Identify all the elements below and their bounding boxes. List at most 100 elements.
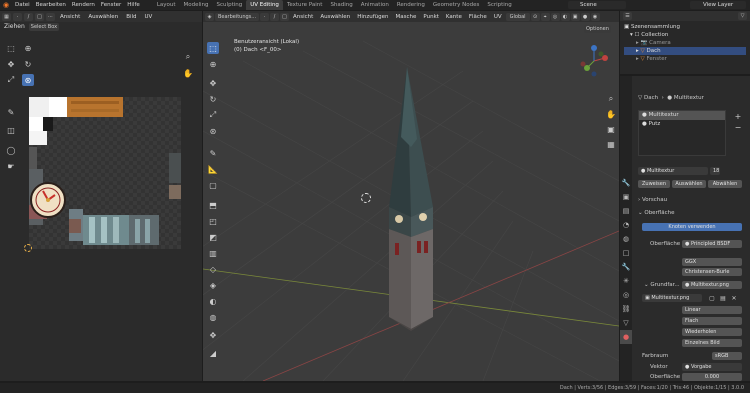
outliner-item-fenster[interactable]: ▸ ▽ Fenster — [624, 55, 746, 63]
select-vertex-icon[interactable]: · — [13, 12, 22, 21]
face-select-icon[interactable]: □ — [280, 12, 289, 21]
outliner-item-dach[interactable]: ▸ ▽ Dach — [624, 47, 746, 55]
tab-sculpting[interactable]: Sculpting — [213, 0, 247, 10]
shading-material-icon[interactable]: ◉ — [590, 12, 600, 21]
remove-slot-icon[interactable]: − — [732, 121, 744, 133]
overlay-icon[interactable]: ◐ — [560, 12, 570, 21]
use-nodes-button[interactable]: Knoten verwenden — [642, 223, 742, 231]
vp-select-tool-icon[interactable]: ⬚ — [207, 42, 219, 54]
vertex-select-icon[interactable]: · — [260, 12, 269, 21]
options-dropdown[interactable]: Optionen — [584, 25, 611, 33]
vp-menu-auswaehlen[interactable]: Auswählen — [317, 14, 353, 20]
tab-shading[interactable]: Shading — [326, 0, 356, 10]
outliner-type-icon[interactable]: ☰ — [623, 12, 632, 20]
tab-animation[interactable]: Animation — [357, 0, 393, 10]
vp-camera-icon[interactable]: ▣ — [605, 123, 617, 135]
snap-icon[interactable]: ⌖ — [540, 12, 550, 21]
material-slot-multitextur[interactable]: ● Multitextur — [639, 111, 725, 120]
preview-section[interactable]: › Vorschau — [638, 197, 667, 203]
data-tab-icon[interactable]: ▽ — [620, 316, 632, 330]
vp-scale-tool-icon[interactable]: ⤢ — [207, 109, 219, 121]
tab-geometry-nodes[interactable]: Geometry Nodes — [429, 0, 483, 10]
annotate-tool-icon[interactable]: ✎ — [5, 106, 17, 118]
blender-logo-icon[interactable]: ◉ — [0, 0, 12, 10]
menu-hilfe[interactable]: Hilfe — [124, 0, 143, 10]
move-tool-icon[interactable]: ✥ — [5, 58, 17, 70]
scene-selector[interactable]: Scene — [568, 1, 626, 9]
vp-rip-icon[interactable]: ◢ — [207, 347, 219, 359]
modifier-tab-icon[interactable]: 🔧 — [620, 260, 632, 274]
church-tower-model[interactable] — [381, 67, 441, 335]
material-name-field[interactable]: ● Multitextur — [638, 167, 708, 175]
physics-tab-icon[interactable]: ◎ — [620, 288, 632, 302]
vp-shear-icon[interactable]: ✥ — [207, 329, 219, 341]
menu-fenster[interactable]: Fenster — [98, 0, 124, 10]
material-tab-icon[interactable]: ● — [620, 330, 632, 344]
tab-modeling[interactable]: Modeling — [180, 0, 213, 10]
vp-annotate-tool-icon[interactable]: ✎ — [207, 147, 219, 159]
material-slot-putz[interactable]: ● Putz — [639, 120, 725, 129]
relax-tool-icon[interactable]: ☛ — [5, 160, 17, 172]
interpolation-dropdown[interactable]: Linear — [682, 306, 742, 314]
vp-menu-masche[interactable]: Masche — [393, 14, 420, 20]
view-layer-selector[interactable]: View Layer — [690, 1, 746, 9]
editor-type-icon[interactable]: ▦ — [2, 12, 11, 21]
tab-texture-paint[interactable]: Texture Paint — [283, 0, 327, 10]
scene-tab-icon[interactable]: ◔ — [620, 218, 632, 232]
sticky-select-icon[interactable]: ⋯ — [46, 12, 55, 21]
basecolor-texture-field[interactable]: ● Multitextur.png — [682, 281, 742, 289]
proportional-edit-icon[interactable]: ◎ — [550, 12, 560, 21]
projection-dropdown[interactable]: Flach — [682, 317, 742, 325]
vp-pan-icon[interactable]: ✋ — [605, 108, 617, 120]
uv-texture-image[interactable] — [29, 97, 181, 249]
render-tab-icon[interactable]: ▣ — [620, 190, 632, 204]
material-users-count[interactable]: 18 — [710, 167, 720, 175]
outliner-item-camera[interactable]: ▸ 📷 Camera — [624, 39, 746, 47]
outliner-item-collection[interactable]: ▾ ☐ Collection — [624, 31, 746, 39]
surface-value-field[interactable]: 0.000 — [682, 373, 742, 381]
subsurface-method-dropdown[interactable]: Christensen-Burle — [682, 268, 742, 276]
vp-move-tool-icon[interactable]: ✥ — [207, 77, 219, 89]
vp-perspective-icon[interactable]: ▦ — [605, 138, 617, 150]
outliner-filter-icon[interactable]: ▽ — [738, 12, 747, 20]
source-dropdown[interactable]: Einzelnes Bild — [682, 339, 742, 347]
grab-tool-icon[interactable]: ◯ — [5, 144, 17, 156]
rotate-tool-icon[interactable]: ↻ — [22, 58, 34, 70]
deselect-button[interactable]: Abwählen — [708, 180, 742, 188]
shading-solid-icon[interactable]: ● — [580, 12, 590, 21]
select-tool-icon[interactable]: ⬚ — [5, 42, 17, 54]
tab-layout[interactable]: Layout — [153, 0, 180, 10]
assign-button[interactable]: Zuweisen — [638, 180, 670, 188]
constraint-tab-icon[interactable]: ⛓ — [620, 302, 632, 316]
select-face-icon[interactable]: □ — [35, 12, 44, 21]
vp-menu-uv[interactable]: UV — [491, 14, 505, 20]
3d-viewport[interactable]: ◈ Bearbeitungs... · / □ Ansicht Auswähle… — [203, 11, 619, 381]
vp-polybuild-icon[interactable]: ◈ — [207, 279, 219, 291]
vp-measure-tool-icon[interactable]: 📐 — [207, 163, 219, 175]
outliner-scene-collection[interactable]: ▣ Szenensammlung — [624, 23, 746, 31]
vp-zoom-icon[interactable]: ⌕ — [605, 93, 617, 105]
uv-menu-ansicht[interactable]: Ansicht — [57, 14, 83, 20]
vp-rotate-tool-icon[interactable]: ↻ — [207, 93, 219, 105]
scale-tool-icon[interactable]: ⤢ — [5, 74, 17, 86]
pivot-icon[interactable]: ⊙ — [530, 12, 540, 21]
pan-hand-icon[interactable]: ✋ — [182, 67, 194, 79]
xray-icon[interactable]: ▣ — [570, 12, 580, 21]
surface-section[interactable]: ⌄ Oberfläche — [638, 210, 675, 216]
vp-menu-flaeche[interactable]: Fläche — [466, 14, 490, 20]
uv-cursor-icon[interactable] — [24, 244, 32, 252]
uv-menu-bild[interactable]: Bild — [123, 14, 139, 20]
edge-select-icon[interactable]: / — [270, 12, 279, 21]
select-edge-icon[interactable]: / — [24, 12, 33, 21]
vp-smooth-icon[interactable]: ◍ — [207, 311, 219, 323]
vp-menu-hinzufuegen[interactable]: Hinzufügen — [354, 14, 391, 20]
mode-dropdown[interactable]: Bearbeitungs... — [215, 12, 259, 21]
uv-menu-uv[interactable]: UV — [142, 14, 156, 20]
vp-add-cube-icon[interactable]: ▢ — [207, 179, 219, 191]
vp-inset-icon[interactable]: ◰ — [207, 215, 219, 227]
cursor-tool-icon[interactable]: ⊕ — [22, 42, 34, 54]
image-name-field[interactable]: ▣ Multitextur.png — [642, 294, 702, 302]
output-tab-icon[interactable]: ▤ — [620, 204, 632, 218]
world-tab-icon[interactable]: ◍ — [620, 232, 632, 246]
image-unlink-icon[interactable]: ✕ — [728, 292, 740, 304]
